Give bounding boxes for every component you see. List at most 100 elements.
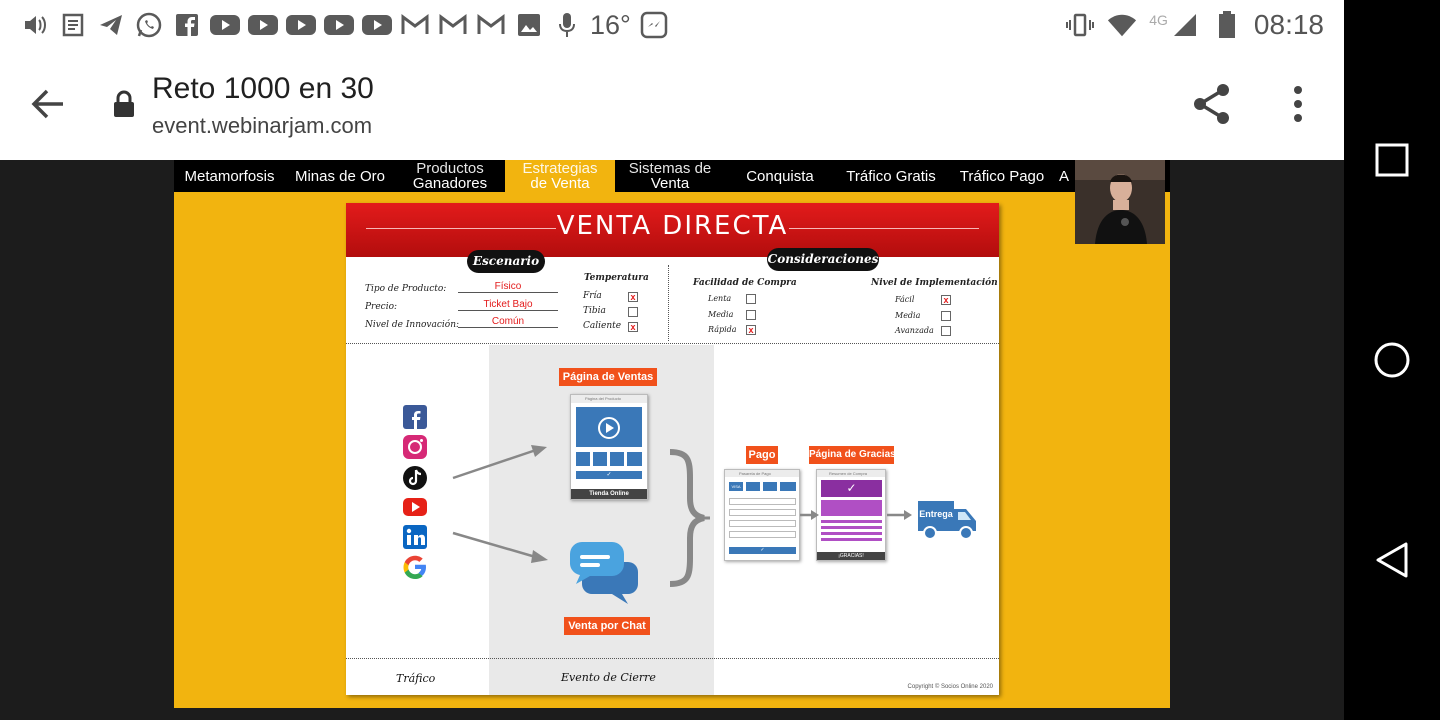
presentation-slide: VENTA DIRECTA Escenario Consideraciones … <box>346 203 999 695</box>
nav-trafico-gratis: Tráfico Gratis <box>846 167 936 185</box>
notification-icons: 16° <box>20 10 669 41</box>
social-icons <box>402 403 428 588</box>
system-status: 4G 08:18 <box>1065 9 1324 41</box>
nav-estrategias-de-venta: Estrategias de Venta <box>505 160 615 192</box>
share-icon[interactable] <box>1190 82 1234 126</box>
wifi-icon <box>1107 10 1137 40</box>
page-url[interactable]: event.webinarjam.com <box>152 113 372 139</box>
status-bar: 16° 4G 08:18 <box>0 0 1344 50</box>
card-icon <box>746 482 760 491</box>
youtube-icon <box>403 498 427 516</box>
facilidad-option: Rápida <box>708 325 737 334</box>
escenario-value: Ticket Bajo <box>458 299 558 311</box>
weather-temperature: 16° <box>590 9 631 40</box>
summary-line <box>821 526 882 529</box>
lock-icon <box>113 90 135 118</box>
copyright: Copyright © Socios Online 2020 <box>907 684 993 690</box>
tiktok-icon <box>403 466 427 490</box>
facilidad-checkbox <box>746 294 756 304</box>
signal-icon <box>1170 10 1200 40</box>
card-icon <box>780 482 796 491</box>
google-icon <box>403 555 426 579</box>
flow-arrow <box>887 510 912 520</box>
implementacion-option: Fácil <box>895 295 915 304</box>
webinar-video[interactable]: Metamorfosis Minas de Oro Productos Ganad… <box>174 160 1170 708</box>
telegram-icon <box>96 10 126 40</box>
form-field <box>729 531 796 538</box>
facilidad-checkbox <box>746 310 756 320</box>
pago-label: Pago <box>746 446 778 464</box>
back-arrow-icon[interactable] <box>30 86 66 122</box>
notes-icon <box>58 10 88 40</box>
banner-rule-right <box>789 228 979 229</box>
image-icon <box>514 10 544 40</box>
brace-icon <box>669 449 710 587</box>
recents-square-icon[interactable] <box>1372 140 1412 180</box>
delivery-truck-icon <box>918 501 976 540</box>
escenario-value: Físico <box>458 281 558 293</box>
venta-chat-label: Venta por Chat <box>564 617 650 635</box>
section-divider <box>668 265 669 341</box>
gmail-icon <box>438 10 468 40</box>
nav-sistemas-de-venta: Sistemas de Venta <box>628 160 712 192</box>
nav-conquista: Conquista <box>746 167 814 185</box>
implementacion-option: Media <box>895 311 921 320</box>
traffic-arrows <box>452 445 548 563</box>
nav-truncated: A <box>1059 167 1070 185</box>
summary-line <box>821 538 882 541</box>
network-type: 4G <box>1149 12 1168 28</box>
gmail-icon <box>400 10 430 40</box>
back-triangle-icon[interactable] <box>1372 540 1412 580</box>
youtube-icon <box>324 10 354 40</box>
browser-caption: Pasarela de Pago <box>725 470 799 477</box>
youtube-icon <box>210 10 240 40</box>
thankyou-page-mockup: Resumen de Compra ✓ ¡GRACIAS! <box>816 469 886 561</box>
messenger-icon <box>639 10 669 40</box>
temperatura-option: Fría <box>583 291 602 301</box>
escenario-value: Común <box>458 316 558 328</box>
slide-banner: VENTA DIRECTA <box>346 203 999 257</box>
nav-minas-de-oro: Minas de Oro <box>294 167 386 185</box>
youtube-icon <box>286 10 316 40</box>
play-icon <box>598 417 620 439</box>
vibrate-icon <box>1065 10 1095 40</box>
card-icon <box>763 482 777 491</box>
facebook-icon <box>403 405 427 429</box>
pay-button: ✓ <box>729 547 796 554</box>
clock: 08:18 <box>1253 9 1324 40</box>
home-circle-icon[interactable] <box>1372 340 1412 380</box>
facebook-icon <box>172 10 202 40</box>
product-thumb <box>627 452 642 466</box>
entrega-label: Entrega <box>919 509 953 519</box>
section-divider <box>346 658 999 659</box>
implementacion-option: Avanzada <box>895 326 934 335</box>
mic-icon <box>552 10 582 40</box>
instagram-icon <box>403 435 427 459</box>
chat-icon <box>570 542 638 604</box>
slide-title: VENTA DIRECTA <box>556 211 789 241</box>
escenario-label: Nivel de Innovación: <box>365 320 460 330</box>
summary-block <box>821 500 882 516</box>
gracias-label: Página de Gracias <box>809 446 896 464</box>
more-options-icon[interactable] <box>1285 84 1311 124</box>
implementacion-heading: Nivel de Implementación <box>871 278 998 288</box>
nav-productos-ganadores: Productos Ganadores <box>412 160 488 192</box>
youtube-icon <box>362 10 392 40</box>
browser-caption: Página del Producto <box>571 395 647 403</box>
gracias-banner: ¡GRACIAS! <box>817 552 885 560</box>
facilidad-option: Lenta <box>708 294 732 303</box>
check-icon: ✓ <box>821 480 882 497</box>
temperatura-option: Tibia <box>583 306 606 316</box>
temperatura-checkbox <box>628 307 638 317</box>
escenario-label: Precio: <box>365 302 398 312</box>
browser-address-bar: Reto 1000 en 30 event.webinarjam.com <box>0 50 1344 160</box>
youtube-icon <box>248 10 278 40</box>
escenario-label: Tipo de Producto: <box>365 284 447 294</box>
phone-screen: 16° 4G 08:18 Reto 1000 en 30 event.webin… <box>0 0 1344 720</box>
gmail-icon <box>476 10 506 40</box>
summary-line <box>821 520 882 523</box>
product-thumb <box>610 452 624 466</box>
nav-metamorfosis: Metamorfosis <box>184 167 275 185</box>
form-field <box>729 520 796 527</box>
volume-icon <box>20 10 50 40</box>
